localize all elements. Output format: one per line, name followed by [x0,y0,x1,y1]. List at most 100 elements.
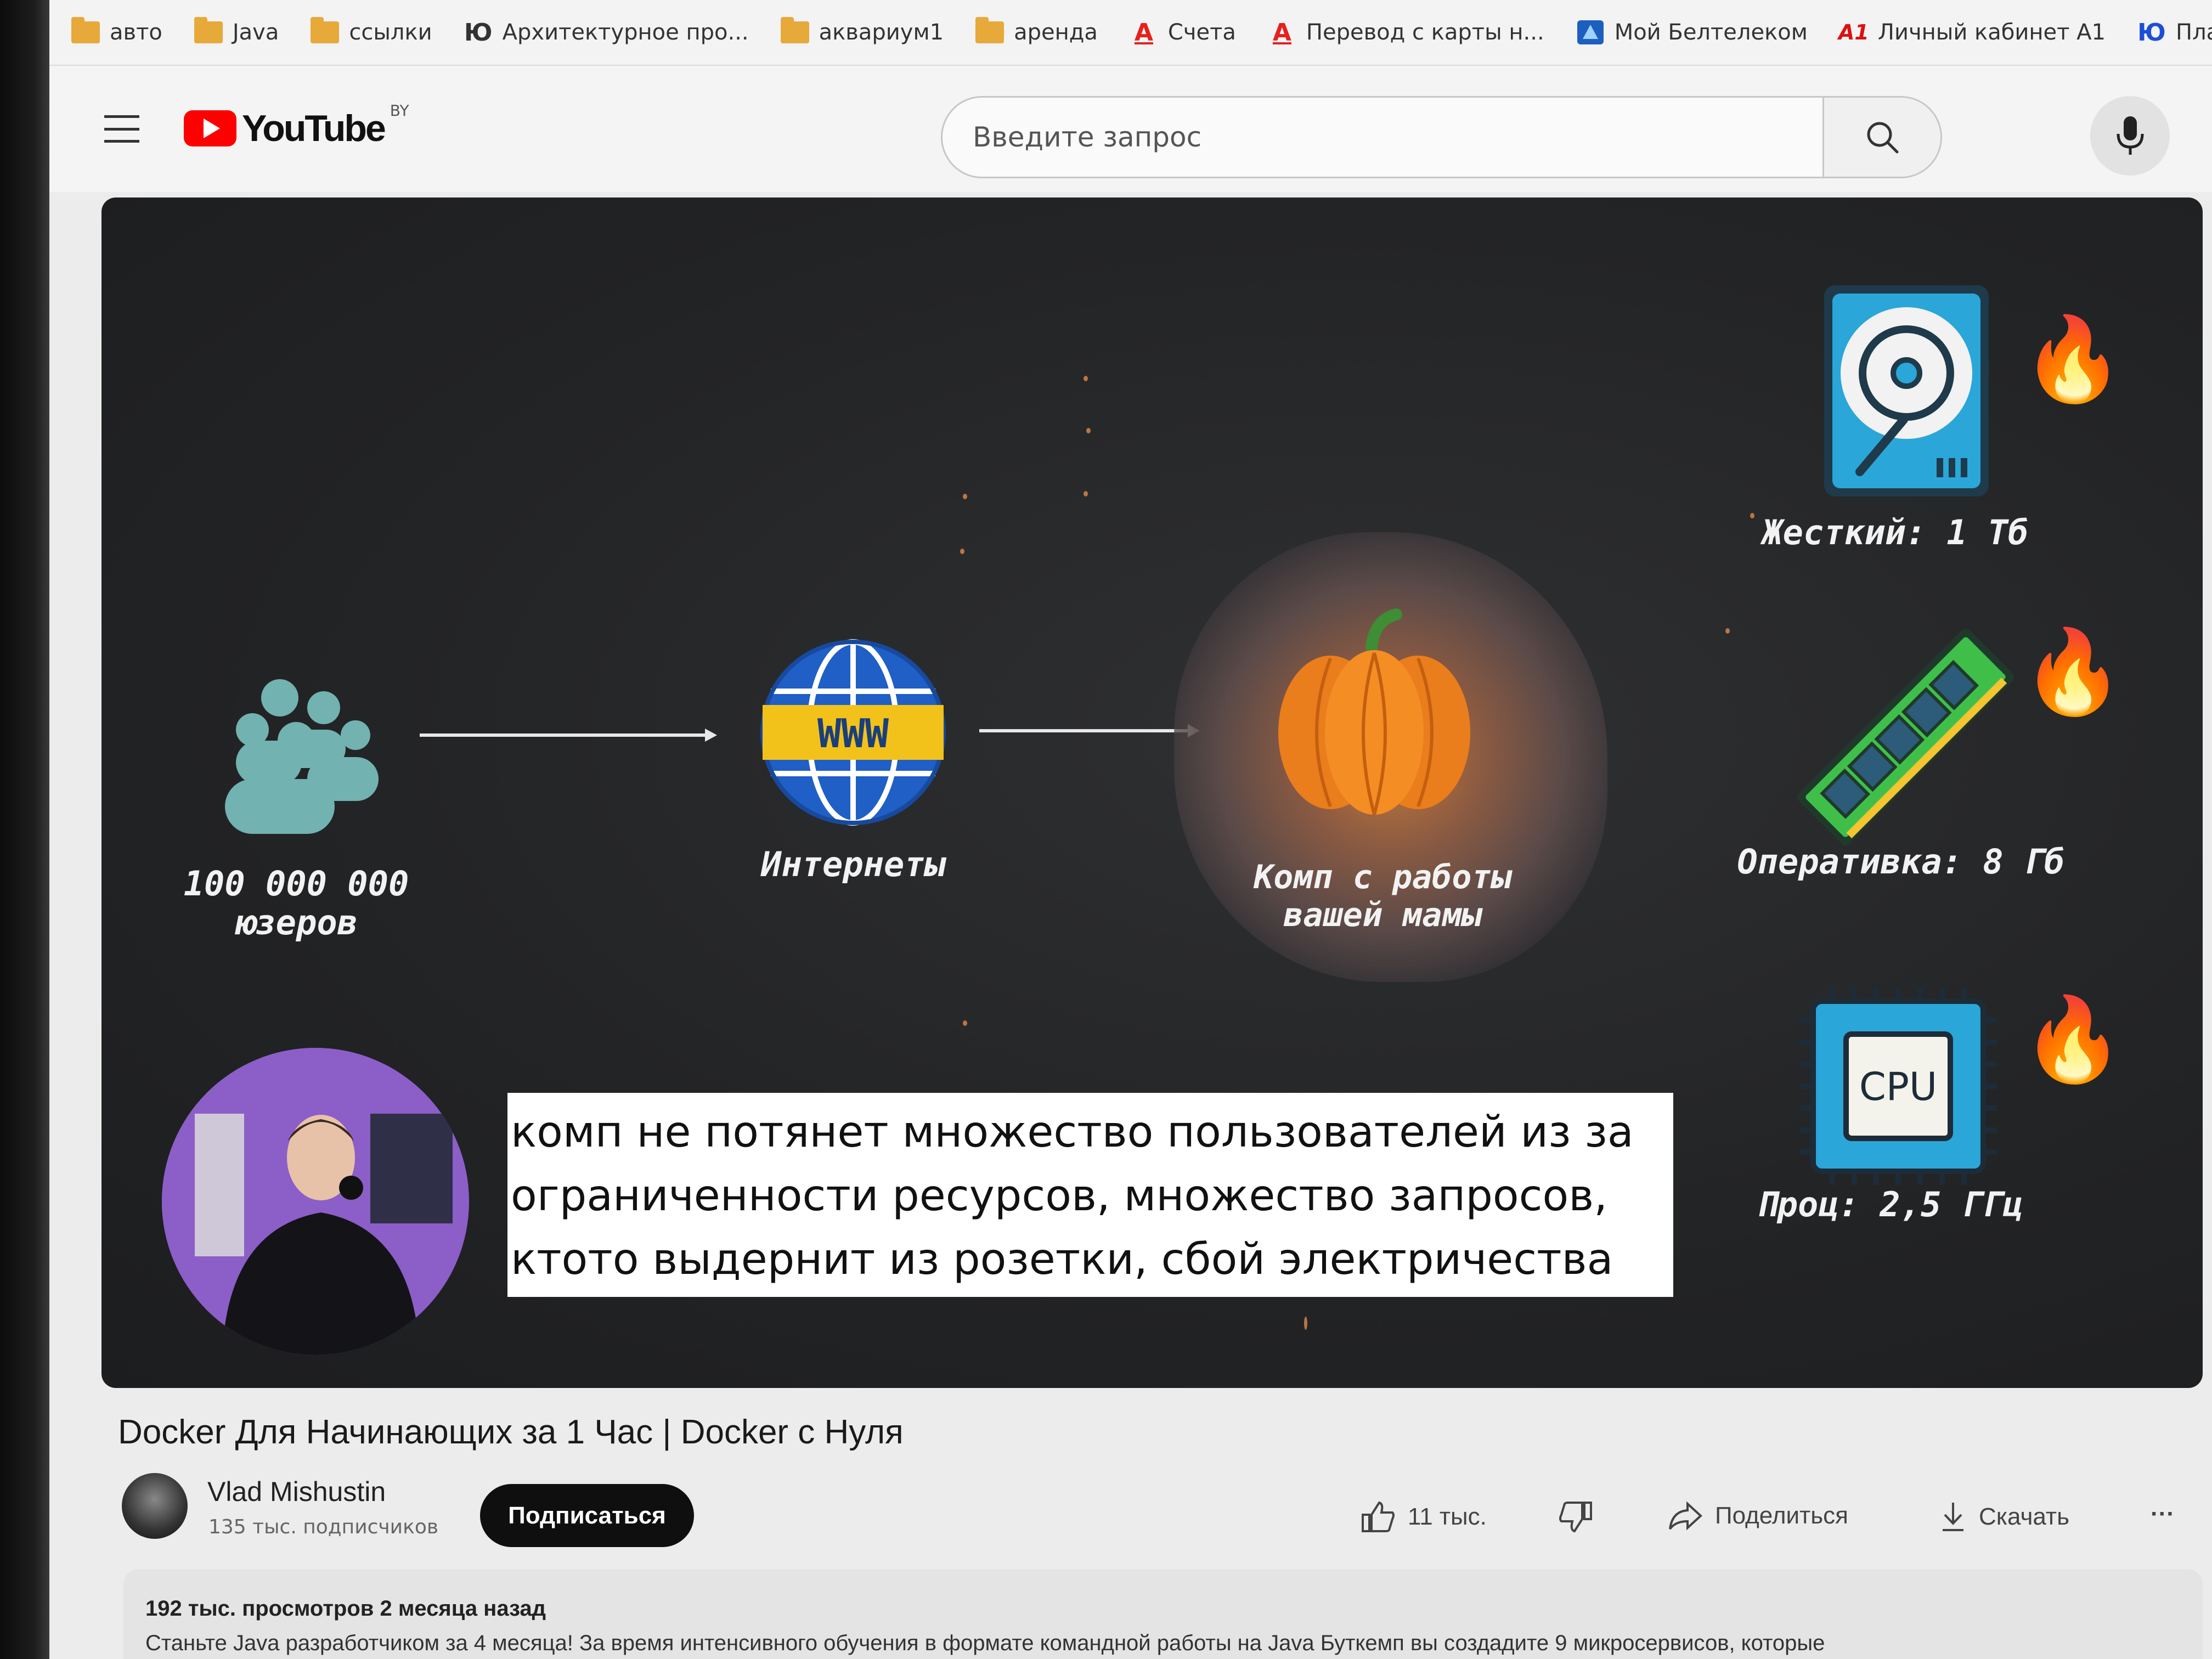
video-description[interactable]: 192 тыс. просмотров 2 месяца назад Стань… [123,1569,2203,1659]
youtube-header: YouTube BY [49,66,2212,192]
share-icon [1669,1501,1702,1531]
region-code: BY [390,101,409,120]
bookmark-label: Личный кабинет А1 [1877,20,2106,45]
comp-label: Комп с работы вашей мамы [1190,859,1575,934]
subtitle-line: ктото выдернит из розетки, сбой электрич… [511,1235,1613,1284]
microphone-icon [2117,116,2143,155]
folder-icon [194,17,223,43]
search-box [941,96,1942,178]
presenter-webcam-image [162,1048,469,1355]
video-player[interactable]: 100 000 000 юзеров WWW Интернеты Комп с … [101,198,2203,1388]
bookmark-payments[interactable]: Ю Платежи и перевод [2137,18,2212,47]
bookmark-label: аренда [1014,20,1098,45]
cpu-label: Проц: 2,5 ГГц [1757,1184,2023,1224]
ember-decoration [1084,376,1088,381]
folder-icon [71,17,100,43]
bookmark-java[interactable]: Java [194,17,279,45]
bookmark-label: Счета [1167,20,1236,45]
ember-decoration [963,1020,967,1026]
like-button[interactable]: 11 тыс. [1361,1500,1487,1533]
comp-label-line1: Комп с работы [1254,858,1511,896]
bookmark-accounts[interactable]: А Счета [1130,18,1236,47]
ember-decoration [960,549,964,554]
ember-decoration [1304,1317,1307,1330]
bookmark-rent[interactable]: аренда [975,17,1098,45]
folder-icon [975,17,1005,43]
monitor-bezel [0,0,49,1659]
bookmark-label: ссылки [349,20,432,45]
bookmark-links[interactable]: ссылки [311,17,432,45]
subtitle-line: ограниченности ресурсов, множество запро… [511,1171,1608,1221]
thumbs-up-icon [1362,1501,1395,1532]
internet-label: Интернеты [761,844,945,884]
youtube-play-icon [184,110,236,146]
folder-icon [780,17,809,43]
hamburger-menu-icon[interactable] [104,115,139,143]
bookmark-label: Архитектурное про... [502,20,749,45]
folder-icon [311,17,340,43]
bookmark-label: Java [232,20,279,45]
video-title: Docker Для Начинающих за 1 Час | Docker … [118,1413,904,1451]
bookmark-aquarium[interactable]: аквариум1 [780,17,944,45]
bookmark-card-transfer[interactable]: А Перевод с карты н... [1268,18,1544,47]
bookmark-beltelecom[interactable]: Мой Белтелеком [1576,20,1808,45]
download-icon [1943,1503,1963,1531]
ram-stick-icon [1797,629,2014,845]
users-label: 100 000 000 юзеров [167,864,425,943]
globe-www-icon: WWW [760,639,946,826]
pumpkin-icon [1278,608,1470,815]
bookmark-label: аквариум1 [819,20,944,45]
hard-disk-icon [1824,285,1989,496]
like-count: 11 тыс. [1408,1503,1487,1530]
ember-decoration [963,494,967,499]
disk-label: Жесткий: 1 Тб [1762,512,2029,552]
youtube-logo[interactable]: YouTube BY [184,101,409,150]
search-button[interactable] [1822,98,1940,177]
yu-logo-icon: Ю [464,18,493,47]
ram-label: Оперативка: 8 Гб [1737,842,2065,882]
comp-label-line2: вашей мамы [1283,896,1482,934]
alfa-logo-icon: А [1272,18,1291,47]
bookmark-label: Перевод с карты н... [1306,20,1544,45]
users-group-icon [225,679,379,834]
logo-text: YouTube [242,108,386,149]
alfa-logo-icon: А [1134,18,1153,47]
beltelecom-logo-icon [1576,20,1605,44]
share-label: Поделиться [1715,1502,1848,1529]
a1-logo-icon: A1 [1838,20,1869,44]
description-text: Станьте Java разработчиком за 4 месяца! … [145,1631,1825,1655]
thumbs-down-icon [1559,1502,1592,1533]
bookmark-avto[interactable]: авто [71,17,162,45]
bookmark-label: авто [110,20,162,45]
bookmark-architecture[interactable]: Ю Архитектурное про... [464,18,749,47]
voice-search-button[interactable] [2090,96,2170,176]
bookmark-label: Мой Белтелеком [1614,20,1808,45]
channel-subscriber-count: 135 тыс. подписчиков [208,1516,439,1538]
more-actions-button[interactable]: ··· [2151,1500,2175,1528]
bookmarks-bar: авто Java ссылки Ю Архитектурное про... … [49,0,2212,66]
www-text: WWW [817,710,889,757]
cpu-text: CPU [1859,1064,1938,1109]
subtitle-note-overlay: комп не потянет множество пользователей … [507,1093,1673,1297]
ember-decoration [1725,628,1730,634]
yoomoney-logo-icon: Ю [2137,18,2166,47]
share-button[interactable]: Поделиться [1668,1500,1848,1531]
channel-avatar[interactable] [122,1473,188,1539]
search-icon [1867,122,1899,154]
bookmark-a1[interactable]: A1 Личный кабинет А1 [1838,20,2106,45]
subscribe-button[interactable]: Подписаться [480,1484,694,1547]
search-input[interactable] [943,98,1940,177]
fire-icon: 🔥 [2022,312,2124,407]
ember-decoration [1086,428,1091,433]
fire-icon: 🔥 [2022,624,2124,720]
dislike-button[interactable] [1558,1500,1593,1533]
subtitle-line: комп не потянет множество пользователей … [511,1108,1634,1157]
description-meta: 192 тыс. просмотров 2 месяца назад [145,1596,546,1621]
channel-name[interactable]: Vlad Mishustin [207,1476,386,1508]
download-button[interactable]: Скачать [1939,1500,2069,1533]
ember-decoration [1084,491,1088,496]
screen: авто Java ссылки Ю Архитектурное про... … [0,0,2212,1659]
users-count: 100 000 000 [183,864,409,904]
bookmark-label: Платежи и перевод [2175,20,2212,45]
cpu-icon: CPU [1794,982,2002,1190]
